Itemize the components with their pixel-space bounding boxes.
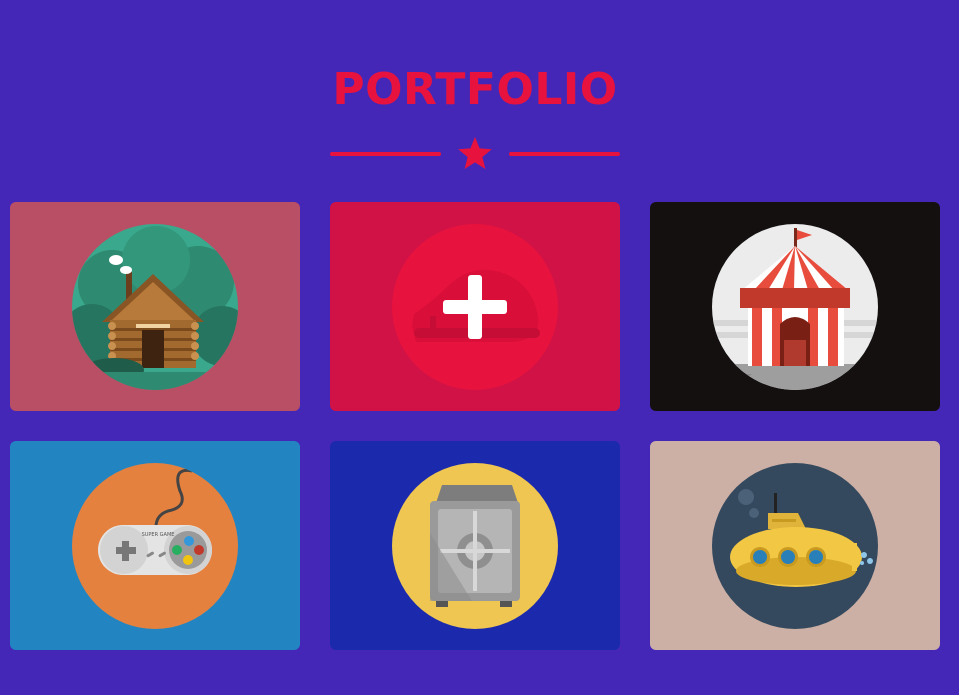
star-icon <box>458 137 492 169</box>
title-divider <box>330 137 620 172</box>
log-cabin-icon <box>72 224 238 390</box>
game-controller-icon: SUPER GAME <box>72 463 238 629</box>
divider-line-left <box>330 152 441 156</box>
plus-icon[interactable] <box>443 275 507 339</box>
portfolio-item-safe[interactable] <box>330 441 620 650</box>
portfolio-item-cabin[interactable] <box>10 202 300 411</box>
portfolio-item-circus[interactable] <box>650 202 940 411</box>
page-title: PORTFOLIO <box>332 64 618 115</box>
circus-tent-icon <box>712 224 878 390</box>
submarine-icon <box>712 463 878 629</box>
portfolio-item-submarine[interactable] <box>650 441 940 650</box>
divider-line-right <box>509 152 620 156</box>
controller-label: SUPER GAME <box>142 532 175 538</box>
portfolio-item-controller[interactable]: SUPER GAME <box>10 441 300 650</box>
safe-icon <box>392 463 558 629</box>
portfolio-item-sneaker[interactable] <box>330 202 620 411</box>
